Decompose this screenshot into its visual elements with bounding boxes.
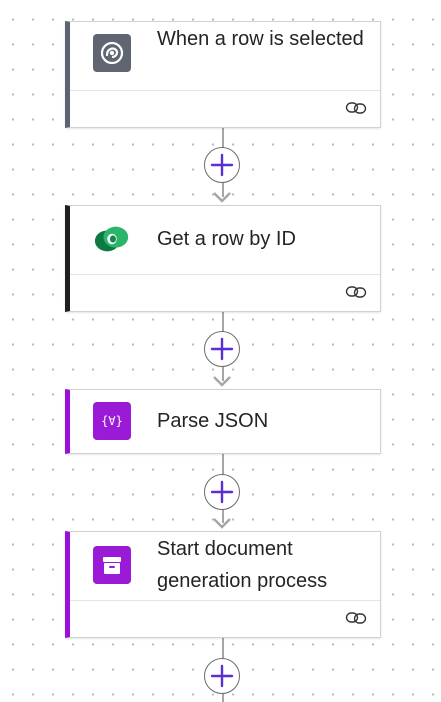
link-icon[interactable]: [345, 610, 367, 626]
archive-box-icon: [93, 546, 131, 584]
plus-icon: [210, 153, 234, 177]
action-card-start-docgen[interactable]: Start document generation process: [65, 531, 381, 638]
plus-icon: [210, 337, 234, 361]
data-operation-glyph: {∀}: [101, 414, 123, 428]
card-footer: [70, 600, 380, 637]
step-title: When a row is selected: [157, 28, 364, 50]
link-icon[interactable]: [345, 284, 367, 300]
action-card-parse-json[interactable]: {∀} Parse JSON: [65, 389, 381, 454]
step-title: Parse JSON: [157, 410, 269, 432]
card-footer: [70, 90, 380, 127]
step-title: Start document generation process: [157, 538, 328, 592]
trigger-card[interactable]: When a row is selected: [65, 21, 381, 128]
insert-step-button[interactable]: [204, 147, 240, 183]
insert-step-button[interactable]: [204, 658, 240, 694]
action-card-get-row[interactable]: Get a row by ID: [65, 205, 381, 312]
step-title: Get a row by ID: [157, 228, 296, 250]
insert-step-button[interactable]: [204, 331, 240, 367]
dataverse-icon: [93, 34, 131, 72]
insert-step-button[interactable]: [204, 474, 240, 510]
connector-arrow-icon: [213, 376, 231, 387]
card-footer: [70, 274, 380, 311]
connector-arrow-icon: [213, 192, 231, 203]
link-icon[interactable]: [345, 100, 367, 116]
dataverse-logo-icon: [93, 220, 131, 258]
connector-arrow-icon: [213, 518, 231, 529]
plus-icon: [210, 664, 234, 688]
plus-icon: [210, 480, 234, 504]
data-operation-icon: {∀}: [93, 402, 131, 440]
